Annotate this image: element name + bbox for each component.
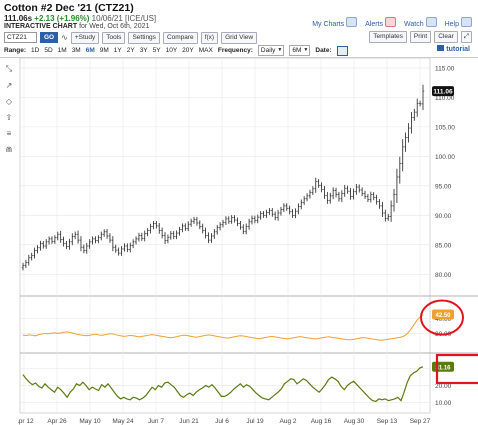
date-label: Date: xyxy=(315,47,332,54)
x-tick-label: Aug 16 xyxy=(311,418,332,425)
y-tick-label: 115.00 xyxy=(435,65,455,72)
period-select[interactable]: 6M ▼ xyxy=(289,45,311,56)
toolbar-right: Templates Print Clear ⤢ xyxy=(369,31,472,43)
settings-button[interactable]: Settings xyxy=(128,31,160,44)
x-tick-label: Jul 6 xyxy=(215,418,229,425)
study-button[interactable]: +Study xyxy=(70,31,100,44)
tutorial-link[interactable]: tutorial xyxy=(437,45,470,53)
range-bar: Range: 1D 5D 1M 3M 6M 9M 1Y 2Y 3Y 5Y 10Y 20Y MAX Fre… xyxy=(4,45,348,56)
shape-tool-icon[interactable]: ◇ xyxy=(6,97,12,106)
frequency-label: Frequency: xyxy=(217,47,253,54)
range-option-1d[interactable]: 1D xyxy=(31,47,39,54)
magnet-tool-icon[interactable]: ⋒ xyxy=(6,145,13,154)
clear-button[interactable]: Clear xyxy=(434,31,458,43)
symbol-input[interactable]: CTZ21 xyxy=(4,32,37,43)
chart-label: INTERACTIVE CHART xyxy=(4,23,78,30)
last-price-badge-label: 111.06 xyxy=(433,89,453,96)
range-option-6m[interactable]: 6M xyxy=(86,47,95,54)
tilde-icon[interactable]: ∿ xyxy=(61,33,68,42)
crosshair-tool-icon[interactable]: ⤡ xyxy=(6,64,12,74)
period-value: 6M xyxy=(292,47,302,54)
arrow-tool-icon[interactable]: ⇧ xyxy=(6,113,13,122)
range-option-20y[interactable]: 20Y xyxy=(182,47,194,54)
y-tick-label: 95.00 xyxy=(435,183,452,190)
watch-label: Watch xyxy=(404,21,424,28)
help-icon xyxy=(461,17,472,27)
print-button[interactable]: Print xyxy=(409,31,432,43)
chart-subtitle: INTERACTIVE CHART for Wed, Oct 6th, 2021 xyxy=(4,23,149,30)
frequency-value: Daily xyxy=(260,47,276,54)
range-option-3m[interactable]: 3M xyxy=(72,47,81,54)
y-tick-label: 10.00 xyxy=(435,400,452,407)
range-option-5d[interactable]: 5D xyxy=(44,47,52,54)
range-option-2y[interactable]: 2Y xyxy=(127,47,135,54)
quote-meta: 10/06/21 [ICE/US] xyxy=(91,14,157,23)
price-chart[interactable]: Apr 12 Apr 26 May 10 May 24 Jun 7 Jun 21 Jul 6… xyxy=(18,58,478,425)
y-tick-label: 90.00 xyxy=(435,213,452,220)
x-tick-label: Jul 19 xyxy=(246,418,264,425)
go-button[interactable]: GO xyxy=(40,32,59,43)
range-option-10y[interactable]: 10Y xyxy=(166,47,178,54)
help-link[interactable]: Help xyxy=(445,17,472,28)
tutorial-label: tutorial xyxy=(446,46,470,53)
eye-icon xyxy=(425,17,437,27)
x-tick-label: Apr 12 xyxy=(18,418,34,425)
price-change: +2.13 (+1.96%) xyxy=(34,14,90,23)
fibonacci-tool-icon[interactable]: ≡ xyxy=(7,129,12,138)
x-tick-label: Jun 7 xyxy=(148,418,164,425)
last-price: 111.06s xyxy=(4,14,33,23)
frequency-select[interactable]: Daily ▼ xyxy=(257,45,285,56)
page-title: Cotton #2 Dec '21 (CTZ21) xyxy=(4,2,134,14)
y-tick-label: 85.00 xyxy=(435,242,452,249)
range-option-3y[interactable]: 3Y xyxy=(140,47,148,54)
chart-date: for Wed, Oct 6th, 2021 xyxy=(79,23,150,30)
chevron-down-icon: ▼ xyxy=(303,47,309,53)
range-label: Range: xyxy=(4,47,27,54)
grid-view-button[interactable]: Grid View xyxy=(221,31,258,44)
x-tick-label: Apr 26 xyxy=(47,418,67,425)
range-option-9m[interactable]: 9M xyxy=(100,47,109,54)
chevron-down-icon: ▼ xyxy=(277,47,283,53)
help-label: Help xyxy=(444,21,459,28)
trendline-tool-icon[interactable]: ↗ xyxy=(6,81,13,90)
compare-button[interactable]: Compare xyxy=(162,31,198,44)
x-tick-label: Aug 30 xyxy=(344,418,365,425)
x-tick-label: Sep 27 xyxy=(410,418,431,425)
indicator-badge-label: 42.50 xyxy=(435,313,451,319)
range-option-1y[interactable]: 1Y xyxy=(114,47,122,54)
top-links: My Charts Alerts Watch Help xyxy=(312,17,472,28)
range-options: 1D 5D 1M 3M 6M 9M 1Y 2Y 3Y 5Y 10Y 20Y MAX xyxy=(31,47,213,54)
y-tick-label: 100.00 xyxy=(435,154,455,161)
alerts-link[interactable]: Alerts xyxy=(365,17,397,28)
alerts-label: Alerts xyxy=(365,21,384,28)
fullscreen-icon[interactable]: ⤢ xyxy=(460,31,472,43)
x-tick-label: Sep 13 xyxy=(377,418,398,425)
y-tick-label: 105.00 xyxy=(435,124,455,131)
tools-button[interactable]: Tools xyxy=(102,31,126,44)
bell-icon xyxy=(385,17,397,27)
watch-link[interactable]: Watch xyxy=(404,17,437,28)
range-option-max[interactable]: MAX xyxy=(199,47,213,54)
x-tick-label: Jun 21 xyxy=(179,418,199,425)
fx-button[interactable]: f(x) xyxy=(200,31,219,44)
templates-button[interactable]: Templates xyxy=(369,31,407,43)
my-charts-link[interactable]: My Charts xyxy=(312,17,358,28)
indicator-line-2 xyxy=(22,366,424,403)
x-tick-label: May 10 xyxy=(79,418,101,425)
chart-icon xyxy=(346,17,358,27)
quote-line: 111.06s +2.13 (+1.96%) 10/06/21 [ICE/US] xyxy=(4,14,156,23)
range-option-5y[interactable]: 5Y xyxy=(153,47,161,54)
calendar-icon[interactable] xyxy=(336,45,348,56)
range-option-1m[interactable]: 1M xyxy=(58,47,67,54)
plot-frame xyxy=(19,58,431,414)
y-tick-label: 80.00 xyxy=(435,272,452,279)
drawing-tools: ⤡ ↗ ◇ ⇧ ≡ ⋒ xyxy=(2,64,16,154)
my-charts-label: My Charts xyxy=(312,21,345,28)
x-tick-label: Aug 2 xyxy=(280,418,297,425)
video-icon xyxy=(437,45,445,51)
chart-toolbar: CTZ21 GO ∿ +Study Tools Settings Compare… xyxy=(4,31,258,44)
x-tick-label: May 24 xyxy=(112,418,134,425)
